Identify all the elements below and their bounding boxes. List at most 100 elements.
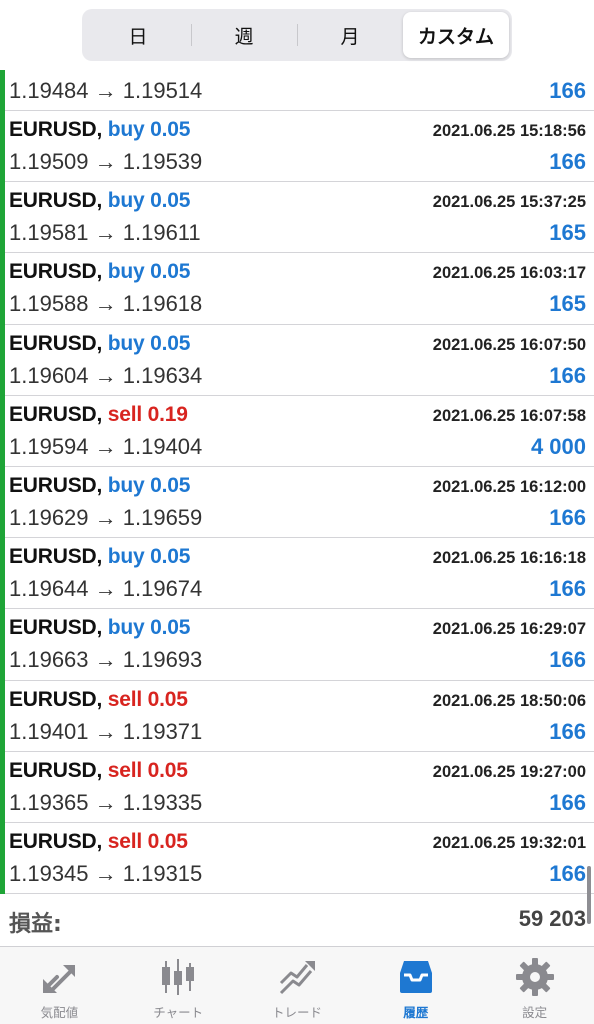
trade-symbol: EURUSD, xyxy=(9,402,103,426)
trade-prices: 1.19345 → 1.19315 xyxy=(9,860,203,886)
trade-row[interactable]: EURUSD, buy 0.05 2021.06.25 16:03:17 1.195… xyxy=(0,253,594,325)
tab-chart[interactable]: チャート xyxy=(119,947,238,1024)
trade-prices: 1.19604 → 1.19634 xyxy=(9,362,203,388)
trade-prices: 1.19594 → 1.19404 xyxy=(9,433,203,459)
trade-profit: 166 xyxy=(549,362,586,388)
trade-symbol: EURUSD, xyxy=(9,616,103,640)
chart-icon xyxy=(156,955,200,999)
tab-trade[interactable]: トレード xyxy=(238,947,357,1024)
bottom-tab-bar: 気配値 チャート トレード 履歴 設定 xyxy=(0,946,594,1024)
trade-profit: 165 xyxy=(549,291,586,317)
trade-time: 2021.06.25 16:16:18 xyxy=(432,549,586,568)
trade-row[interactable]: EURUSD, buy 0.05 2021.06.25 15:37:25 1.195… xyxy=(0,182,594,254)
trade-prices: 1.19629 → 1.19659 xyxy=(9,504,203,530)
profit-total-value: 59 203 xyxy=(518,906,586,931)
trade-action: buy 0.05 xyxy=(107,545,191,569)
trade-symbol: EURUSD, xyxy=(9,473,103,497)
trade-title: EURUSD, buy 0.05 xyxy=(9,260,190,284)
trade-profit: 166 xyxy=(549,149,586,174)
profit-total-label: 損益: xyxy=(9,912,62,937)
trade-title: EURUSD, sell 0.05 xyxy=(9,830,188,854)
trade-title: EURUSD, buy 0.05 xyxy=(9,474,190,498)
trade-symbol: EURUSD, xyxy=(9,189,103,213)
period-segmented-control: 日 週 月 カスタム xyxy=(82,9,512,61)
trade-row[interactable]: EURUSD, sell 0.19 2021.06.25 16:07:58 1.19… xyxy=(0,395,594,468)
tab-history[interactable]: 履歴 xyxy=(356,947,475,1024)
trade-action: buy 0.05 xyxy=(107,473,191,497)
trade-time: 2021.06.25 16:12:00 xyxy=(432,477,586,496)
trade-symbol: EURUSD, xyxy=(9,829,103,853)
trade-profit: 165 xyxy=(549,220,586,246)
trade-prices: 1.19644 → 1.19674 xyxy=(9,576,203,602)
trade-title: EURUSD, buy 0.05 xyxy=(9,616,190,640)
trade-time: 2021.06.25 19:32:01 xyxy=(432,833,586,852)
trade-prices: 1.19581 → 1.19611 xyxy=(9,220,201,246)
trade-action: buy 0.05 xyxy=(107,118,191,141)
app-root: 日 週 月 カスタム 1.19484 → 1.19514 166 EURUSD,… xyxy=(0,0,594,1024)
trade-action: sell 0.05 xyxy=(107,829,188,853)
tab-quotes[interactable]: 気配値 xyxy=(0,947,119,1024)
trade-row[interactable]: EURUSD, buy 0.05 2021.06.25 15:18:56 1.195… xyxy=(0,111,594,183)
trade-symbol: EURUSD, xyxy=(9,687,103,711)
trade-title: EURUSD, buy 0.05 xyxy=(9,545,190,569)
segment-month[interactable]: 月 xyxy=(297,12,403,58)
trade-profit: 166 xyxy=(549,718,586,744)
trade-action: buy 0.05 xyxy=(107,260,191,284)
segment-week[interactable]: 週 xyxy=(191,12,297,58)
settings-icon xyxy=(513,955,557,999)
trade-prices: 1.19484 → 1.19514 xyxy=(9,78,203,103)
trade-row[interactable]: EURUSD, sell 0.05 2021.06.25 19:32:01 1.19… xyxy=(0,822,594,895)
trade-prices: 1.19365 → 1.19335 xyxy=(9,789,203,815)
tab-history-label: 履歴 xyxy=(403,1005,429,1020)
tab-trade-label: トレード xyxy=(271,1005,322,1020)
trade-title: EURUSD, sell 0.19 xyxy=(9,403,188,427)
trade-time: 2021.06.25 15:37:25 xyxy=(432,193,586,212)
trade-icon xyxy=(275,955,319,999)
trade-time: 2021.06.25 16:03:17 xyxy=(432,264,586,283)
trade-symbol: EURUSD, xyxy=(9,758,103,782)
trade-time: 2021.06.25 16:07:50 xyxy=(432,335,586,354)
tab-settings-label: 設定 xyxy=(522,1005,548,1020)
trade-row[interactable]: EURUSD, sell 0.05 2021.06.25 18:50:06 1.19… xyxy=(0,680,594,752)
trade-row[interactable]: EURUSD, buy 0.05 2021.06.25 16:07:50 1.196… xyxy=(0,324,594,396)
trade-profit: 166 xyxy=(549,860,586,886)
trade-action: sell 0.05 xyxy=(107,687,188,711)
trade-title: EURUSD, sell 0.05 xyxy=(9,688,188,712)
history-icon xyxy=(394,955,438,999)
trade-action: buy 0.05 xyxy=(107,189,191,213)
trade-title: EURUSD, buy 0.05 xyxy=(9,189,190,213)
trade-profit: 4 000 xyxy=(530,433,586,459)
trade-prices: 1.19588 → 1.19618 xyxy=(9,291,203,317)
trade-time: 2021.06.25 18:50:06 xyxy=(432,691,586,710)
trade-row-partial[interactable]: 1.19484 → 1.19514 166 xyxy=(0,70,594,111)
trade-prices: 1.19401 → 1.19371 xyxy=(9,718,203,744)
trade-row[interactable]: EURUSD, buy 0.05 2021.06.25 16:12:00 1.196… xyxy=(0,466,594,539)
trade-action: buy 0.05 xyxy=(107,331,191,355)
trade-row[interactable]: EURUSD, buy 0.05 2021.06.25 16:29:07 1.196… xyxy=(0,609,594,681)
trade-time: 2021.06.25 19:27:00 xyxy=(432,762,586,781)
quotes-icon xyxy=(37,955,81,999)
scrollbar[interactable] xyxy=(587,866,591,924)
segment-day[interactable]: 日 xyxy=(85,12,191,58)
trade-history-list[interactable]: 1.19484 → 1.19514 166 EURUSD, buy 0.05 20… xyxy=(0,70,594,895)
trade-title: EURUSD, buy 0.05 xyxy=(9,332,190,356)
trade-action: buy 0.05 xyxy=(107,616,191,640)
tab-chart-label: チャート xyxy=(153,1005,204,1020)
trade-prices: 1.19663 → 1.19693 xyxy=(9,647,203,673)
trade-action: sell 0.05 xyxy=(107,758,188,782)
trade-symbol: EURUSD, xyxy=(9,118,103,141)
period-header: 日 週 月 カスタム xyxy=(0,0,594,70)
tab-quotes-label: 気配値 xyxy=(40,1005,79,1020)
trade-row[interactable]: EURUSD, sell 0.05 2021.06.25 19:27:00 1.19… xyxy=(0,751,594,824)
trade-symbol: EURUSD, xyxy=(9,331,103,355)
trade-time: 2021.06.25 15:18:56 xyxy=(432,122,586,140)
trade-time: 2021.06.25 16:29:07 xyxy=(432,620,586,639)
segment-custom[interactable]: カスタム xyxy=(403,12,509,58)
trade-profit: 166 xyxy=(549,576,586,602)
trade-profit: 166 xyxy=(549,504,586,530)
trade-profit: 166 xyxy=(549,789,586,815)
trade-prices: 1.19509 → 1.19539 xyxy=(9,149,203,174)
trade-row[interactable]: EURUSD, buy 0.05 2021.06.25 16:16:18 1.196… xyxy=(0,538,594,610)
tab-settings[interactable]: 設定 xyxy=(475,947,594,1024)
trade-symbol: EURUSD, xyxy=(9,260,103,284)
